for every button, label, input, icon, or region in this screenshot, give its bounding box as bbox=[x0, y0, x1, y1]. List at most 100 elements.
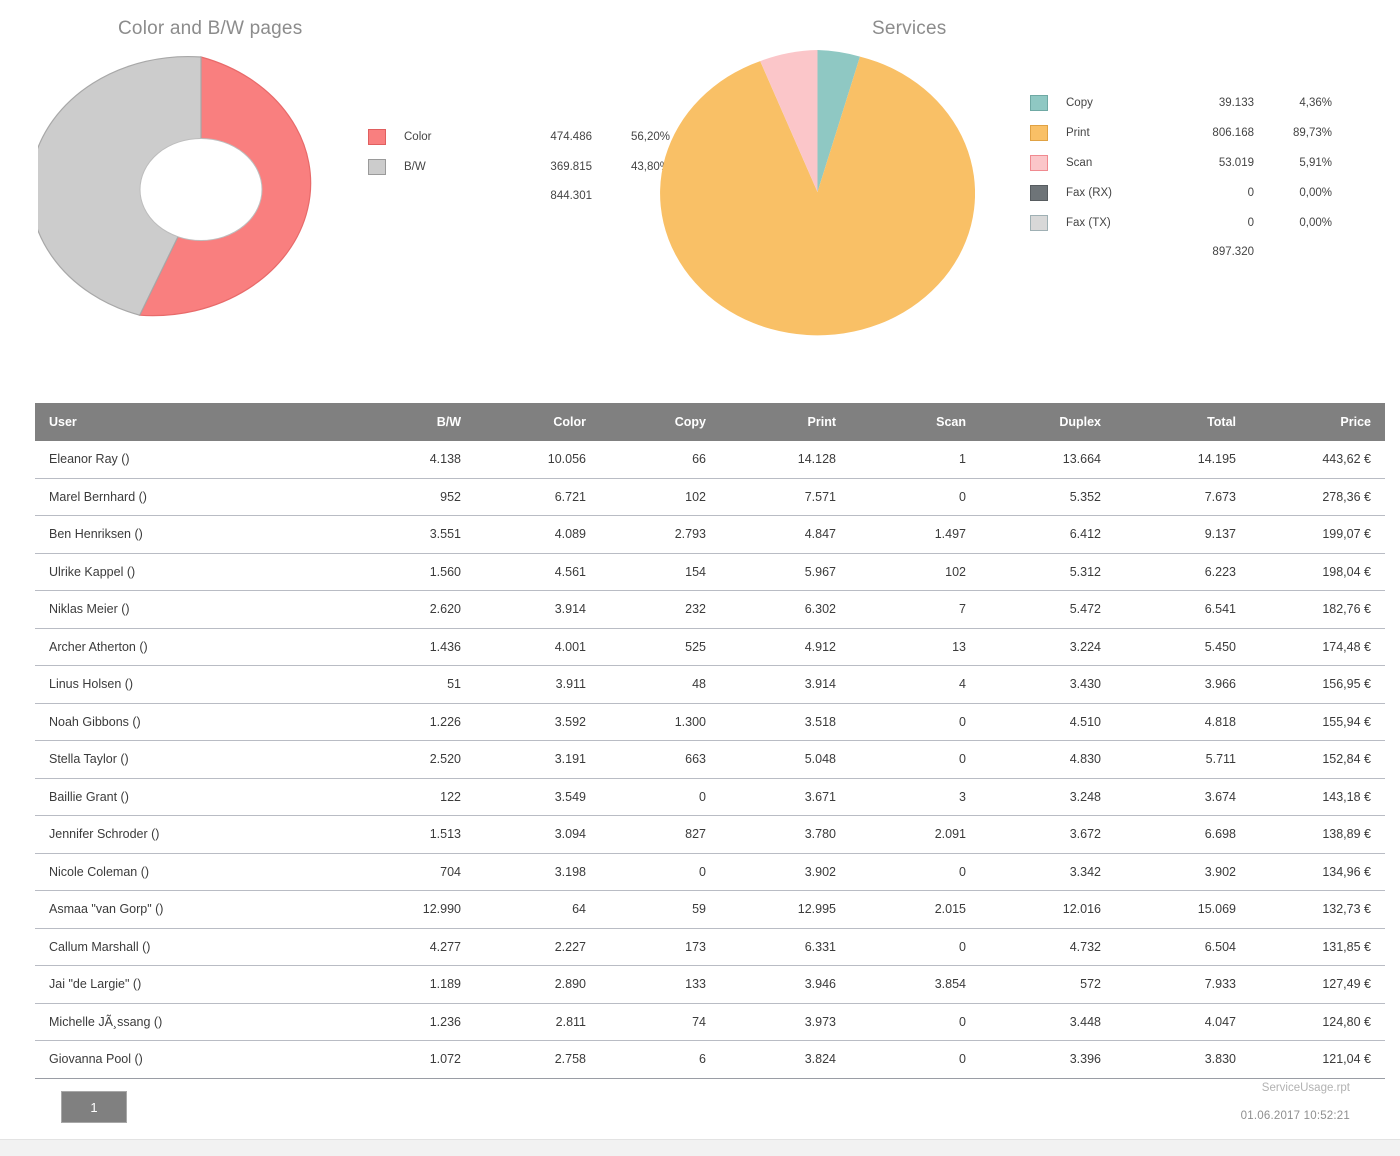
cell-price: 121,04 € bbox=[1250, 1040, 1385, 1079]
cell-color: 3.094 bbox=[475, 815, 600, 854]
cell-total: 3.830 bbox=[1115, 1040, 1250, 1079]
cell-user: Baillie Grant () bbox=[35, 778, 335, 816]
cell-print: 3.914 bbox=[720, 665, 850, 704]
cell-color: 3.592 bbox=[475, 703, 600, 741]
table-row[interactable]: Callum Marshall () 4.277 2.227 173 6.331 0 4.7… bbox=[35, 928, 1385, 966]
cell-color: 3.549 bbox=[475, 778, 600, 816]
legend-value: 474.486 bbox=[550, 131, 592, 143]
cell-bw: 1.560 bbox=[335, 553, 475, 591]
column-header-color[interactable]: Color bbox=[475, 403, 600, 441]
cell-total: 9.137 bbox=[1115, 515, 1250, 554]
cell-copy: 0 bbox=[600, 853, 720, 891]
legend-value: 369.815 bbox=[550, 161, 592, 173]
table-row[interactable]: Jai "de Largie" () 1.189 2.890 133 3.946 3.85… bbox=[35, 965, 1385, 1004]
cell-duplex: 3.396 bbox=[980, 1040, 1115, 1079]
cell-bw: 122 bbox=[335, 778, 475, 816]
service-usage-table-wrap: User B/W Color Copy Print Scan Duplex To… bbox=[35, 403, 1385, 1079]
legend-percent: 0,00% bbox=[1299, 217, 1332, 229]
column-header-copy[interactable]: Copy bbox=[600, 403, 720, 441]
table-row[interactable]: Niklas Meier () 2.620 3.914 232 6.302 7 5.472 6… bbox=[35, 590, 1385, 629]
legend-item: Copy 39.133 4,36% bbox=[1030, 88, 1332, 118]
cell-color: 4.001 bbox=[475, 628, 600, 666]
cell-color: 3.914 bbox=[475, 590, 600, 629]
table-row[interactable]: Baillie Grant () 122 3.549 0 3.671 3 3.248 3.67… bbox=[35, 778, 1385, 816]
cell-print: 4.847 bbox=[720, 515, 850, 554]
cell-user: Archer Atherton () bbox=[35, 628, 335, 666]
cell-bw: 51 bbox=[335, 665, 475, 704]
cell-user: Michelle JÃ¸ssang () bbox=[35, 1003, 335, 1041]
table-row[interactable]: Giovanna Pool () 1.072 2.758 6 3.824 0 3.396 3.… bbox=[35, 1040, 1385, 1079]
cell-bw: 1.072 bbox=[335, 1040, 475, 1079]
cell-duplex: 5.312 bbox=[980, 553, 1115, 591]
table-row[interactable]: Asmaa "van Gorp" () 12.990 64 59 12.995 2.015… bbox=[35, 890, 1385, 929]
column-header-total[interactable]: Total bbox=[1115, 403, 1250, 441]
cell-print: 6.331 bbox=[720, 928, 850, 966]
cell-user: Callum Marshall () bbox=[35, 928, 335, 966]
cell-scan: 1 bbox=[850, 441, 980, 479]
cell-price: 131,85 € bbox=[1250, 928, 1385, 966]
report-file-name: ServiceUsage.rpt bbox=[1261, 1082, 1350, 1094]
donut-legend: Color 474.486 56,20% B/W 369.815 43,80% … bbox=[368, 122, 670, 210]
services-pie-chart bbox=[660, 47, 975, 337]
cell-scan: 102 bbox=[850, 553, 980, 591]
cell-duplex: 572 bbox=[980, 965, 1115, 1004]
legend-label: Color bbox=[404, 131, 432, 143]
page-number-badge[interactable]: 1 bbox=[61, 1091, 127, 1123]
table-row[interactable]: Jennifer Schroder () 1.513 3.094 827 3.780 2.… bbox=[35, 815, 1385, 854]
table-row[interactable]: Linus Holsen () 51 3.911 48 3.914 4 3.430 3.966… bbox=[35, 665, 1385, 704]
cell-duplex: 4.732 bbox=[980, 928, 1115, 966]
legend-percent: 5,91% bbox=[1299, 157, 1332, 169]
cell-price: 443,62 € bbox=[1250, 441, 1385, 479]
cell-total: 7.933 bbox=[1115, 965, 1250, 1004]
cell-duplex: 13.664 bbox=[980, 441, 1115, 479]
table-row[interactable]: Ulrike Kappel () 1.560 4.561 154 5.967 102 5.3… bbox=[35, 553, 1385, 591]
legend-swatch-print bbox=[1030, 125, 1048, 141]
cell-duplex: 3.430 bbox=[980, 665, 1115, 704]
cell-print: 3.902 bbox=[720, 853, 850, 891]
cell-print: 3.946 bbox=[720, 965, 850, 1004]
pie-chart-title: Services bbox=[872, 18, 947, 39]
table-row[interactable]: Michelle JÃ¸ssang () 1.236 2.811 74 3.973 0 3.… bbox=[35, 1003, 1385, 1041]
cell-user: Giovanna Pool () bbox=[35, 1040, 335, 1079]
cell-user: Marel Bernhard () bbox=[35, 478, 335, 516]
cell-duplex: 4.830 bbox=[980, 740, 1115, 779]
cell-copy: 0 bbox=[600, 778, 720, 816]
cell-total: 5.450 bbox=[1115, 628, 1250, 666]
table-row[interactable]: Ben Henriksen () 3.551 4.089 2.793 4.847 1.49… bbox=[35, 515, 1385, 554]
legend-total-row: 897.320 bbox=[1030, 238, 1332, 266]
cell-duplex: 6.412 bbox=[980, 515, 1115, 554]
legend-swatch-fax-tx bbox=[1030, 215, 1048, 231]
cell-bw: 4.138 bbox=[335, 441, 475, 479]
table-row[interactable]: Stella Taylor () 2.520 3.191 663 5.048 0 4.830… bbox=[35, 740, 1385, 779]
legend-value: 806.168 bbox=[1212, 127, 1254, 139]
table-row[interactable]: Noah Gibbons () 1.226 3.592 1.300 3.518 0 4.51… bbox=[35, 703, 1385, 741]
cell-print: 3.780 bbox=[720, 815, 850, 854]
table-row[interactable]: Eleanor Ray () 4.138 10.056 66 14.128 1 13.664… bbox=[35, 441, 1385, 479]
table-row[interactable]: Marel Bernhard () 952 6.721 102 7.571 0 5.352 7… bbox=[35, 478, 1385, 516]
cell-scan: 0 bbox=[850, 1003, 980, 1041]
table-row[interactable]: Archer Atherton () 1.436 4.001 525 4.912 13 3.… bbox=[35, 628, 1385, 666]
cell-color: 3.911 bbox=[475, 665, 600, 704]
cell-duplex: 4.510 bbox=[980, 703, 1115, 741]
column-header-scan[interactable]: Scan bbox=[850, 403, 980, 441]
pie-legend: Copy 39.133 4,36% Print 806.168 89,73% S… bbox=[1030, 88, 1332, 266]
legend-swatch-color bbox=[368, 129, 386, 145]
cell-total: 15.069 bbox=[1115, 890, 1250, 929]
cell-bw: 4.277 bbox=[335, 928, 475, 966]
column-header-duplex[interactable]: Duplex bbox=[980, 403, 1115, 441]
cell-scan: 0 bbox=[850, 740, 980, 779]
cell-user: Niklas Meier () bbox=[35, 590, 335, 629]
cell-print: 3.671 bbox=[720, 778, 850, 816]
column-header-user[interactable]: User bbox=[35, 403, 335, 441]
cell-price: 127,49 € bbox=[1250, 965, 1385, 1004]
column-header-print[interactable]: Print bbox=[720, 403, 850, 441]
table-row[interactable]: Nicole Coleman () 704 3.198 0 3.902 0 3.342 3.9… bbox=[35, 853, 1385, 891]
cell-bw: 1.513 bbox=[335, 815, 475, 854]
column-header-bw[interactable]: B/W bbox=[335, 403, 475, 441]
report-page: Color and B/W pages Color 474.486 56,20%… bbox=[0, 0, 1400, 1156]
legend-label: B/W bbox=[404, 161, 426, 173]
cell-color: 10.056 bbox=[475, 441, 600, 479]
legend-label: Fax (TX) bbox=[1066, 217, 1111, 229]
column-header-price[interactable]: Price bbox=[1250, 403, 1385, 441]
cell-color: 6.721 bbox=[475, 478, 600, 516]
